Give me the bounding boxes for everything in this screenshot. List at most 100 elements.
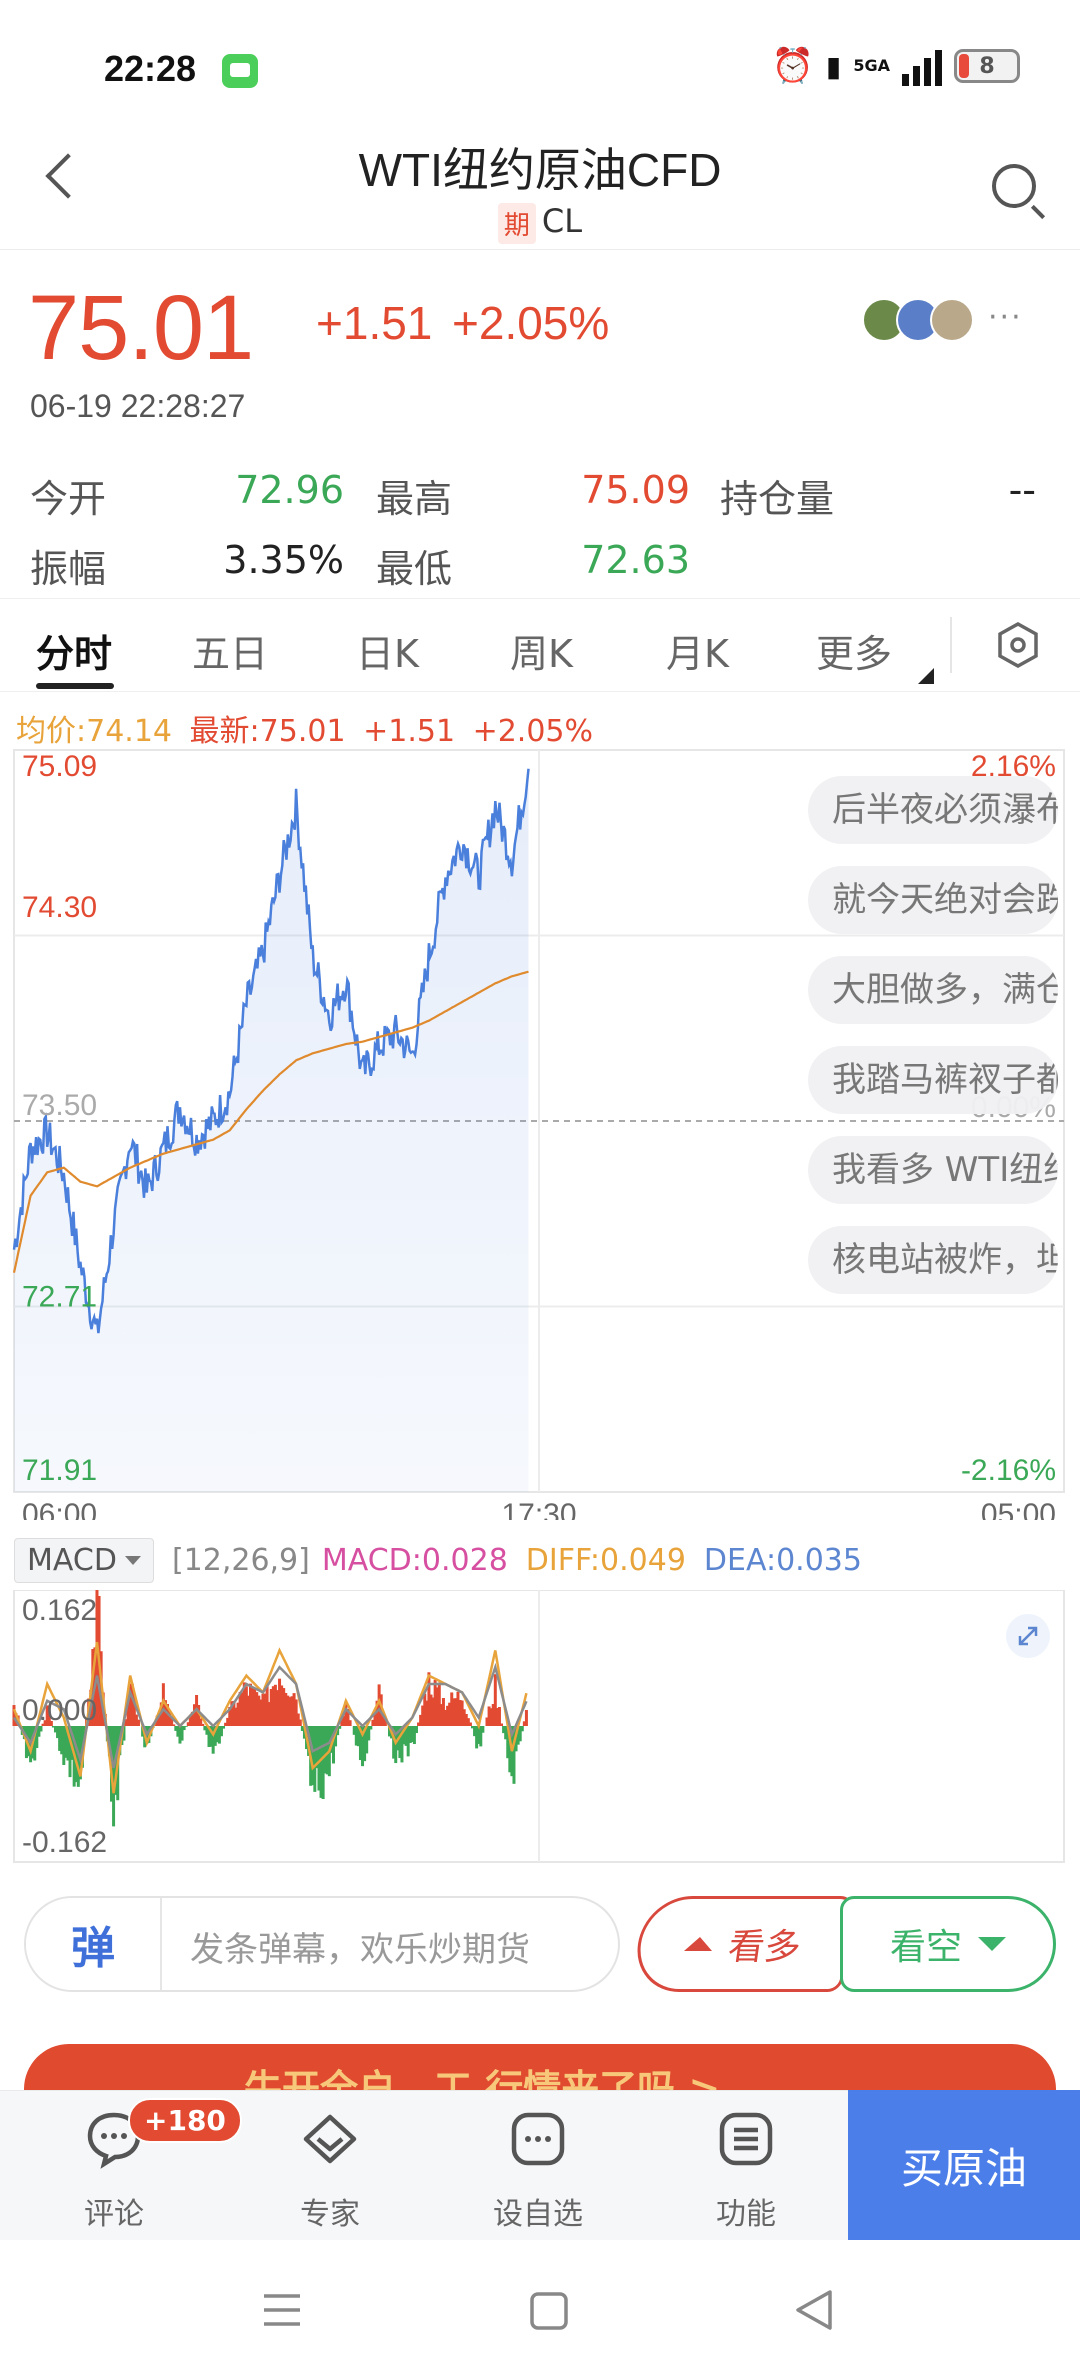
macd-value: MACD:0.028 xyxy=(321,1542,508,1578)
price-change-pct: +2.05% xyxy=(452,297,610,349)
tab-daily-k[interactable]: 日K xyxy=(356,623,419,678)
diamond-icon xyxy=(303,2114,357,2164)
barrage-bubble[interactable]: 我踏马裤衩子都 xyxy=(808,1046,1058,1114)
nav-watchlist-label: 设自选 xyxy=(493,2197,583,2232)
search-icon[interactable] xyxy=(992,164,1036,208)
barrage-bubble[interactable]: 核电站被炸，坦 xyxy=(808,1226,1058,1294)
low-value: 72.63 xyxy=(581,538,690,582)
open-value: 72.96 xyxy=(235,468,344,512)
home-icon[interactable] xyxy=(530,2292,568,2330)
barrage-bubble[interactable]: 后半夜必须瀑布 xyxy=(808,776,1058,844)
intraday-chart[interactable]: 75.0974.3073.5072.7171.912.16%0.00%-2.16… xyxy=(0,740,1080,1520)
amplitude-label: 振幅 xyxy=(30,547,107,591)
x-tick-label: 05:00 xyxy=(981,1498,1056,1520)
comment-count-badge: +180 xyxy=(128,2098,242,2143)
signal-icon xyxy=(902,46,942,86)
avatar xyxy=(930,298,974,342)
status-time: 22:28 xyxy=(104,48,197,89)
follower-avatars[interactable] xyxy=(862,298,982,342)
barrage-bubble[interactable]: 就今天绝对会跌 xyxy=(808,866,1058,934)
tab-monthly-k[interactable]: 月K xyxy=(666,623,729,678)
back-icon[interactable] xyxy=(796,2290,832,2330)
quote-panel: 75.01 +1.51 +2.05% 06-19 22:28:27 ··· xyxy=(0,252,1080,452)
page-subtitle: 期 CL xyxy=(0,202,1080,244)
macd-params: [12,26,9] xyxy=(171,1542,310,1578)
dea-value: DEA:0.035 xyxy=(703,1542,862,1578)
battery-level: 8 xyxy=(979,53,995,79)
buy-button[interactable]: 买原油 xyxy=(848,2090,1080,2240)
chevron-down-icon xyxy=(124,1555,141,1565)
tab-intraday[interactable]: 分时 xyxy=(36,623,112,678)
macd-tick-label: -0.162 xyxy=(22,1826,107,1859)
macd-chart[interactable]: 0.162 0.000 -0.162 xyxy=(0,1590,1080,1870)
nav-functions-label: 功能 xyxy=(716,2197,776,2232)
diff-value: DIFF:0.049 xyxy=(525,1542,686,1578)
macd-tick-label: 0.162 xyxy=(22,1594,97,1627)
amplitude-value: 3.35% xyxy=(223,538,344,582)
menu-list-icon xyxy=(719,2112,773,2166)
battery-icon: 8 xyxy=(954,49,1020,83)
bearish-label: 看空 xyxy=(889,1927,962,1968)
settings-hexagon-icon[interactable] xyxy=(996,621,1040,669)
stats-grid: 今开 72.96 最高 75.09 持仓量 -- 振幅 3.35% 最低 72.… xyxy=(0,456,1080,596)
macd-tick-label: 0.000 xyxy=(22,1694,97,1727)
oi-value: -- xyxy=(1008,468,1036,512)
vibrate-icon: ▮ xyxy=(825,49,842,83)
status-icons: ⏰ ▮ 5GA 8 xyxy=(772,46,1020,86)
nav-watchlist[interactable]: 设自选 xyxy=(478,2109,598,2233)
add-watchlist-icon xyxy=(511,2112,565,2166)
recent-apps-icon[interactable] xyxy=(264,2294,300,2326)
danmu-placeholder: 发条弹幕，欢乐炒期货 xyxy=(190,1930,530,1970)
y-tick-label: 75.09 xyxy=(22,750,97,783)
y-tick-label: 74.30 xyxy=(22,891,97,924)
more-icon[interactable]: ··· xyxy=(988,300,1023,335)
bullish-button[interactable]: 看多 xyxy=(631,1896,855,1992)
x-tick-label: 06:00 xyxy=(22,1498,97,1520)
nav-expert-label: 专家 xyxy=(300,2197,360,2232)
x-tick-label: 17:30 xyxy=(501,1498,576,1520)
pct-tick-label: -2.16% xyxy=(961,1454,1056,1487)
app-header: WTI纽约原油CFD 期 CL xyxy=(0,120,1080,250)
barrage-bubble[interactable]: 大胆做多，满仓 xyxy=(808,956,1058,1024)
futures-tag: 期 xyxy=(497,202,536,244)
y-tick-label: 72.71 xyxy=(22,1281,97,1314)
high-label: 最高 xyxy=(376,477,453,521)
quote-time: 06-19 22:28:27 xyxy=(30,388,246,424)
indicator-name: MACD xyxy=(27,1542,117,1578)
down-triangle-icon xyxy=(978,1937,1006,1951)
tab-five-day[interactable]: 五日 xyxy=(192,623,268,678)
expand-icon[interactable] xyxy=(1006,1614,1050,1658)
high-value: 75.09 xyxy=(581,468,690,512)
more-dropdown-icon xyxy=(918,668,934,684)
open-label: 今开 xyxy=(30,477,107,521)
barrage-bubble[interactable]: 我看多 WTI纽约 xyxy=(808,1136,1058,1204)
tab-divider xyxy=(950,617,952,673)
y-tick-label: 71.91 xyxy=(22,1454,97,1487)
y-tick-label: 73.50 xyxy=(22,1089,97,1122)
page-title: WTI纽约原油CFD xyxy=(358,144,722,196)
nav-functions[interactable]: 功能 xyxy=(686,2109,806,2233)
alarm-icon: ⏰ xyxy=(771,46,814,86)
tab-more[interactable]: 更多 xyxy=(816,623,892,678)
price-area xyxy=(14,768,529,1492)
action-row: 弹 发条弹幕，欢乐炒期货 看多 看空 xyxy=(24,1896,1056,1992)
last-price: 75.01 xyxy=(28,277,254,379)
price-change: +1.51 xyxy=(316,297,433,349)
network-type: 5GA xyxy=(853,56,890,75)
macd-legend: MACD [12,26,9] MACD:0.028 DIFF:0.049 DEA… xyxy=(14,1537,862,1583)
tab-active-indicator xyxy=(36,683,114,689)
bearish-button[interactable]: 看空 xyxy=(840,1896,1056,1992)
status-bar: 22:28 ⏰ ▮ 5GA 8 xyxy=(0,0,1080,140)
symbol-code: CL xyxy=(541,202,583,240)
oi-label: 持仓量 xyxy=(720,477,835,521)
nav-comment-label: 评论 xyxy=(84,2197,144,2232)
nav-expert[interactable]: 专家 xyxy=(270,2109,390,2233)
message-app-icon xyxy=(222,54,258,88)
low-label: 最低 xyxy=(376,547,453,591)
danmu-input[interactable]: 弹 发条弹幕，欢乐炒期货 xyxy=(24,1896,620,1992)
indicator-selector[interactable]: MACD xyxy=(14,1537,154,1583)
tab-weekly-k[interactable]: 周K xyxy=(510,623,573,678)
danmu-icon[interactable]: 弹 xyxy=(26,1898,162,1990)
bullish-label: 看多 xyxy=(725,1927,804,1968)
up-triangle-icon xyxy=(684,1937,714,1951)
